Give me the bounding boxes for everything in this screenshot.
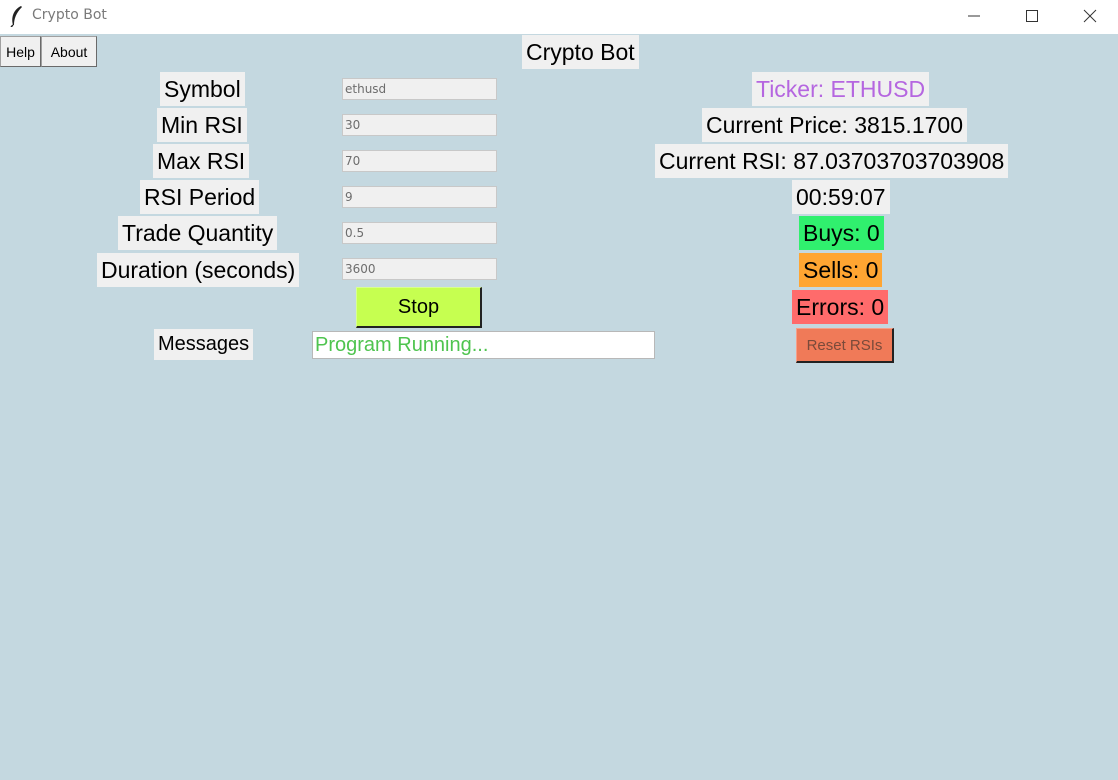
title-bar: Crypto Bot — [0, 0, 1118, 34]
ticker-label: Ticker: ETHUSD — [752, 72, 930, 106]
buys-counter: Buys: 0 — [799, 216, 884, 250]
help-button[interactable]: Help — [0, 36, 41, 67]
duration-label: Duration (seconds) — [97, 253, 300, 287]
max-rsi-input[interactable]: 70 — [342, 150, 497, 172]
window-title: Crypto Bot — [32, 7, 107, 23]
rsi-period-input[interactable]: 9 — [342, 186, 497, 208]
errors-counter: Errors: 0 — [792, 290, 889, 324]
min-rsi-label: Min RSI — [157, 108, 247, 142]
maximize-icon — [1026, 10, 1038, 22]
symbol-input[interactable]: ethusd — [342, 78, 497, 100]
timer-label: 00:59:07 — [792, 180, 890, 214]
close-button[interactable] — [1061, 0, 1118, 32]
messages-field[interactable]: Program Running... — [312, 331, 655, 359]
sells-counter: Sells: 0 — [799, 253, 883, 287]
rsi-period-label: RSI Period — [140, 180, 260, 214]
duration-input[interactable]: 3600 — [342, 258, 497, 280]
max-rsi-label: Max RSI — [153, 144, 250, 178]
current-price-label: Current Price: 3815.1700 — [702, 108, 967, 142]
trade-quantity-label: Trade Quantity — [118, 216, 278, 250]
minimize-icon — [968, 15, 980, 17]
feather-icon — [10, 6, 22, 27]
messages-label: Messages — [154, 329, 254, 360]
trade-quantity-input[interactable]: 0.5 — [342, 222, 497, 244]
min-rsi-input[interactable]: 30 — [342, 114, 497, 136]
symbol-label: Symbol — [160, 72, 245, 106]
minimize-button[interactable] — [945, 0, 1003, 32]
page-title: Crypto Bot — [522, 35, 639, 69]
current-rsi-label: Current RSI: 87.03703703703908 — [655, 144, 1009, 178]
reset-rsis-button[interactable]: Reset RSIs — [796, 328, 894, 363]
about-button[interactable]: About — [41, 36, 97, 67]
close-icon — [1083, 9, 1097, 23]
maximize-button[interactable] — [1003, 0, 1061, 32]
stop-button[interactable]: Stop — [356, 287, 482, 328]
